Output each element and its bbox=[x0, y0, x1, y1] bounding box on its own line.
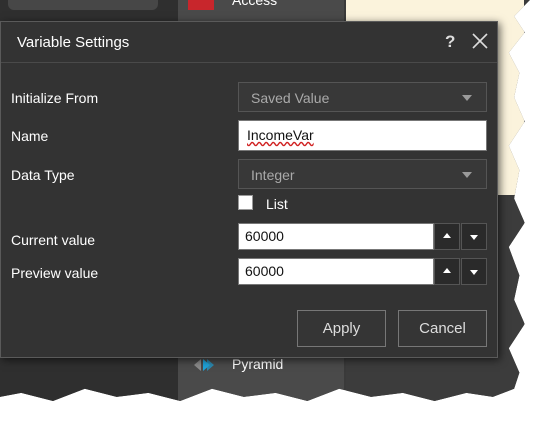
access-item-label[interactable]: Access bbox=[232, 0, 277, 8]
initialize-from-value: Saved Value bbox=[251, 90, 330, 106]
data-type-label: Data Type bbox=[11, 167, 75, 183]
cancel-button[interactable]: Cancel bbox=[398, 310, 487, 347]
name-input-value: IncomeVar bbox=[247, 127, 314, 143]
close-icon[interactable] bbox=[469, 30, 491, 52]
help-button[interactable]: ? bbox=[445, 32, 455, 52]
list-checkbox[interactable] bbox=[238, 195, 253, 210]
preview-value-increment-button[interactable] bbox=[434, 258, 460, 285]
dialog-title-bar: Variable Settings ? bbox=[1, 22, 497, 62]
pyramid-item-label[interactable]: Pyramid bbox=[232, 356, 283, 372]
data-type-dropdown[interactable]: Integer bbox=[238, 159, 487, 189]
arrow-down-icon bbox=[470, 270, 478, 275]
title-divider bbox=[1, 62, 497, 63]
pyramid-icon bbox=[194, 359, 214, 371]
current-value-label: Current value bbox=[11, 232, 96, 248]
current-value-increment-button[interactable] bbox=[434, 223, 460, 250]
name-label: Name bbox=[11, 128, 49, 144]
dialog-title: Variable Settings bbox=[17, 34, 130, 51]
arrow-down-icon bbox=[470, 235, 478, 240]
initialize-from-dropdown[interactable]: Saved Value bbox=[238, 82, 487, 112]
access-icon bbox=[188, 0, 214, 10]
arrow-up-icon bbox=[443, 268, 451, 273]
current-value-decrement-button[interactable] bbox=[461, 223, 487, 250]
variable-settings-dialog: Variable Settings ? Initialize From Save… bbox=[0, 21, 498, 358]
arrow-up-icon bbox=[443, 233, 451, 238]
initialize-from-label: Initialize From bbox=[11, 90, 99, 106]
preview-value-label: Preview value bbox=[11, 265, 99, 281]
apply-button[interactable]: Apply bbox=[297, 310, 386, 347]
current-value-input[interactable]: 60000 bbox=[238, 223, 434, 250]
chevron-down-icon bbox=[462, 95, 472, 101]
data-type-value: Integer bbox=[251, 167, 295, 183]
preview-value-decrement-button[interactable] bbox=[461, 258, 487, 285]
list-checkbox-label[interactable]: List bbox=[266, 196, 288, 212]
background-top-item bbox=[8, 0, 158, 10]
chevron-down-icon bbox=[462, 172, 472, 178]
name-input[interactable]: IncomeVar bbox=[238, 120, 487, 151]
preview-value-input[interactable]: 60000 bbox=[238, 258, 434, 285]
